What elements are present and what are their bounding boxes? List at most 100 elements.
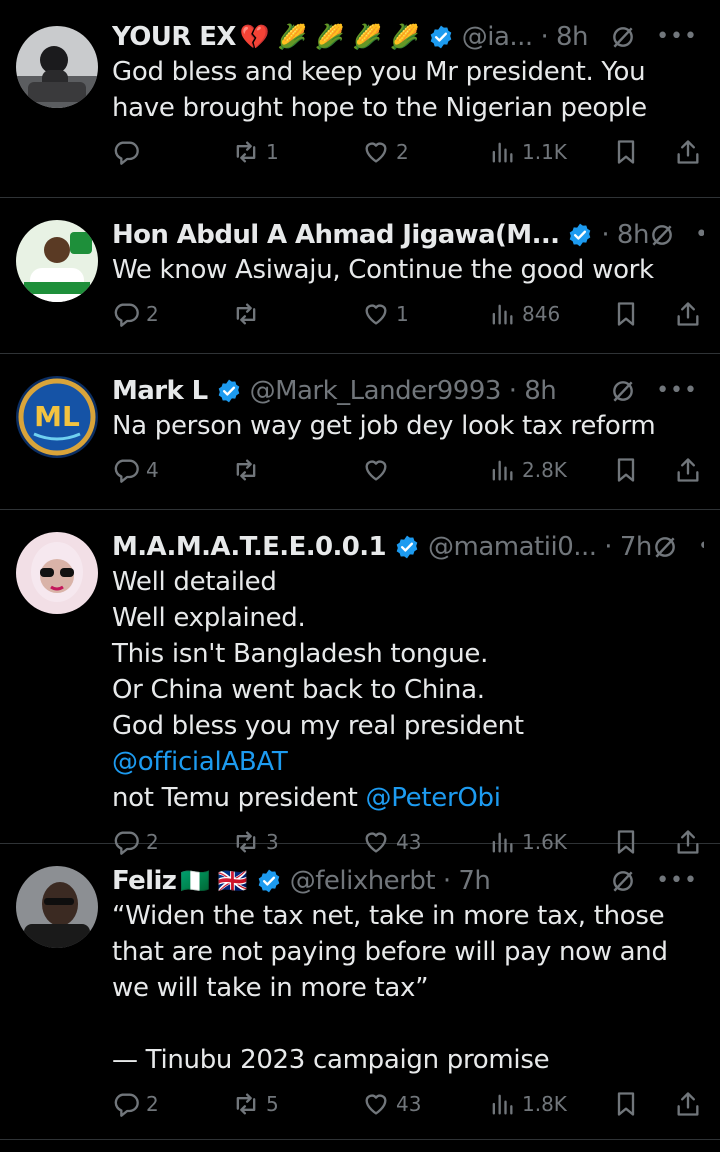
more-options-icon[interactable]: ••• [698,536,704,558]
reply-icon [114,303,139,327]
like-count: 1 [396,302,409,326]
tweet[interactable]: M.A.M.A.T.E.E.0.0.1 @mamatii0... · 7h ••… [0,510,720,855]
repost-button[interactable] [232,300,266,328]
reply-button[interactable]: 2 [112,300,159,328]
tweet-actions: 2 1 846 [112,288,704,358]
text-line: Or China went back to China. [112,675,485,705]
text-line: not Temu president [112,783,366,813]
mention-link[interactable]: @PeterObi [366,783,501,813]
view-count: 846 [522,302,561,326]
view-count: 1.8K [522,1092,567,1116]
more-options-icon[interactable]: ••• [695,224,704,246]
heart-icon [365,460,387,481]
tweet-text: Na person way get job dey look tax refor… [112,411,656,441]
view-count: 1.1K [522,140,567,164]
reply-count: 4 [146,458,159,482]
share-button[interactable] [674,300,702,328]
display-name[interactable]: Mark L [112,376,208,406]
repost-button[interactable]: 1 [232,138,279,166]
share-button[interactable] [674,456,702,484]
tweet-header: M.A.M.A.T.E.E.0.0.1 @mamatii0... · 7h ••… [112,530,704,564]
timeline-feed: YOUR EX 💔 🌽 🌽 🌽 🌽 @ia... · 8h ••• God bl… [0,0,720,1140]
tweet-actions: 1 2 1.1K [112,126,704,196]
bookmark-button[interactable] [612,456,640,484]
tweet-header: Mark L @Mark_Lander9993 · 8h ••• [112,374,704,408]
analytics-icon [492,1094,513,1115]
views-button[interactable]: 1.1K [488,138,567,166]
tweet-text: Well detailed Well explained. This isn't… [112,564,704,816]
name-emoji: 💔 🌽 🌽 🌽 🌽 [239,23,420,51]
reply-button[interactable]: 2 [112,1090,159,1118]
handle-timestamp[interactable]: @ia... · 8h [462,22,589,52]
tweet-header: Hon Abdul A Ahmad Jigawa(M... · 8h ••• [112,218,704,252]
reply-count: 2 [146,302,159,326]
display-name[interactable]: M.A.M.A.T.E.E.0.0.1 [112,532,387,562]
views-button[interactable]: 2.8K [488,456,567,484]
bookmark-button[interactable] [612,300,640,328]
grok-icon[interactable] [652,534,678,560]
tweet-text: We know Asiwaju, Continue the good work [112,255,654,285]
avatar[interactable] [16,26,98,108]
reply-button[interactable] [112,138,146,166]
bookmark-icon [617,140,635,164]
like-button[interactable]: 43 [362,1090,421,1118]
repost-icon [236,459,256,481]
tweet-actions: 2 5 43 1.8K [112,1078,704,1148]
display-name[interactable]: YOUR EX [112,22,236,52]
like-button[interactable]: 2 [362,138,409,166]
repost-icon [236,141,256,163]
handle-timestamp[interactable]: @mamatii0... · 7h [428,532,652,562]
avatar[interactable] [16,866,98,948]
bookmark-icon [617,458,635,482]
handle-timestamp[interactable]: @felixherbt · 7h [290,866,491,896]
avatar[interactable]: ML [16,376,98,458]
grok-icon[interactable] [649,222,675,248]
views-button[interactable]: 846 [488,300,560,328]
bookmark-button[interactable] [612,1090,640,1118]
like-count: 2 [396,140,409,164]
verified-badge-icon [258,869,280,893]
display-name[interactable]: Feliz [112,866,177,896]
tweet-header: Feliz 🇳🇬 🇬🇧 @felixherbt · 7h ••• [112,864,704,898]
grok-icon[interactable] [610,24,636,50]
reply-button[interactable]: 4 [112,456,159,484]
repost-icon [236,1093,256,1115]
more-options-icon[interactable]: ••• [656,26,698,48]
name-emoji: 🇳🇬 🇬🇧 [180,867,248,895]
share-button[interactable] [674,138,702,166]
handle-timestamp[interactable]: · 8h [601,220,649,250]
mention-link[interactable]: @officialABAT [112,747,288,777]
verified-badge-icon [430,25,452,49]
share-button[interactable] [674,1090,702,1118]
analytics-icon [492,304,513,325]
avatar[interactable] [16,220,98,302]
grok-icon[interactable] [610,378,636,404]
share-icon [677,458,699,482]
repost-button[interactable]: 5 [232,1090,279,1118]
tweet[interactable]: Hon Abdul A Ahmad Jigawa(M... · 8h ••• W… [0,198,720,354]
grok-icon[interactable] [610,868,636,894]
display-name[interactable]: Hon Abdul A Ahmad Jigawa(M... [112,220,560,250]
tweet[interactable]: YOUR EX 💔 🌽 🌽 🌽 🌽 @ia... · 8h ••• God bl… [0,0,720,198]
more-options-icon[interactable]: ••• [656,870,698,892]
heart-icon [365,142,387,163]
bookmark-button[interactable] [612,138,640,166]
reply-count: 2 [146,1092,159,1116]
heart-icon [365,304,387,325]
handle-timestamp[interactable]: @Mark_Lander9993 · 8h [250,376,557,406]
repost-count: 1 [266,140,279,164]
like-button[interactable]: 1 [362,300,409,328]
like-button[interactable] [362,456,396,484]
tweet[interactable]: Feliz 🇳🇬 🇬🇧 @felixherbt · 7h ••• “Widen … [0,844,720,1140]
more-options-icon[interactable]: ••• [656,380,698,402]
tweet[interactable]: ML Mark L @Mark_Lander9993 · 8h ••• Na p… [0,354,720,510]
avatar[interactable] [16,532,98,614]
verified-badge-icon [218,379,239,403]
text-line: God bless you my real president [112,711,532,741]
share-icon [677,140,699,164]
svg-text:ML: ML [34,400,80,433]
reply-icon [114,141,139,165]
share-icon [677,302,699,326]
views-button[interactable]: 1.8K [488,1090,567,1118]
repost-button[interactable] [232,456,266,484]
